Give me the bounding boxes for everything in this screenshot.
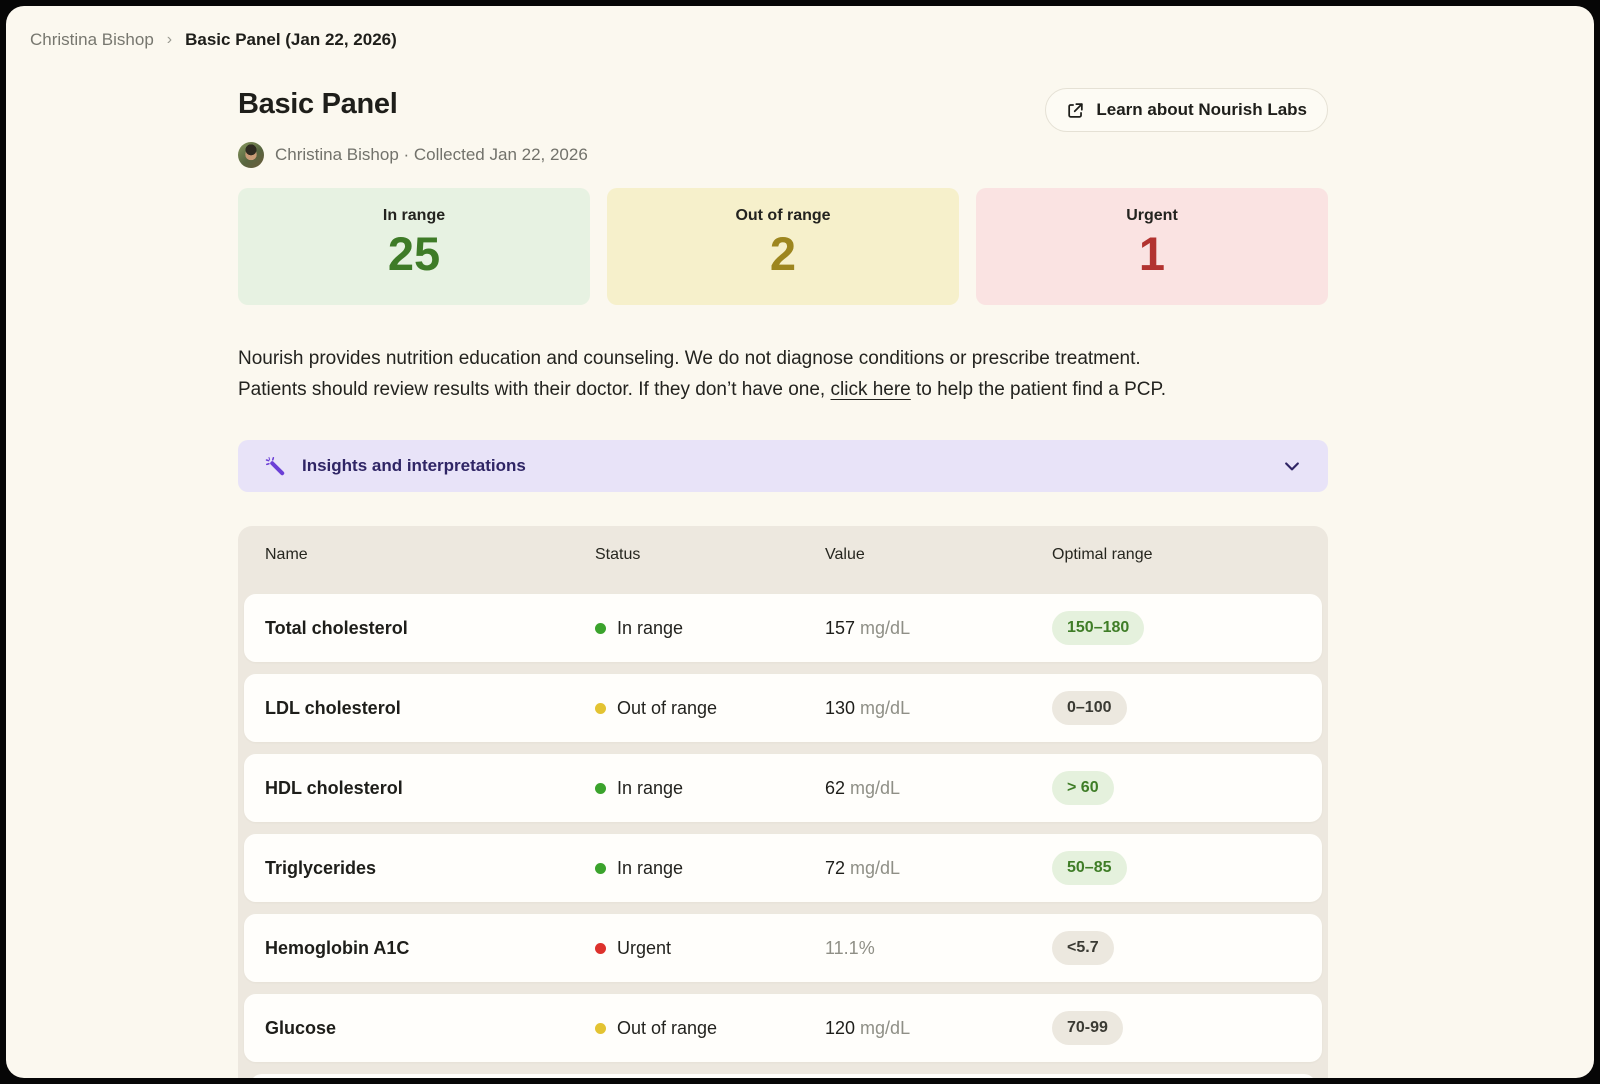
column-header-name: Name bbox=[265, 546, 595, 564]
result-value-cell: 11.1% bbox=[825, 938, 1052, 959]
stat-label: In range bbox=[238, 188, 590, 225]
column-header-status: Status bbox=[595, 546, 825, 564]
result-value: 157 bbox=[825, 618, 855, 638]
table-row-partial[interactable] bbox=[250, 1074, 1316, 1078]
disclaimer-line2-post: to help the patient find a PCP. bbox=[911, 379, 1166, 400]
result-name: LDL cholesterol bbox=[265, 698, 595, 719]
table-row[interactable]: Hemoglobin A1C Urgent 11.1% <5.7 bbox=[244, 914, 1322, 982]
result-status: In range bbox=[595, 618, 825, 639]
breadcrumb-chevron-icon: › bbox=[167, 31, 172, 49]
result-unit: mg/dL bbox=[860, 1018, 910, 1038]
result-name: Total cholesterol bbox=[265, 618, 595, 639]
result-value-cell: 120mg/dL bbox=[825, 1018, 1052, 1039]
main-content: Basic Panel Learn about Nourish Labs Chr… bbox=[238, 88, 1328, 1078]
stat-value: 1 bbox=[976, 226, 1328, 282]
column-header-optimal-range: Optimal range bbox=[1052, 546, 1328, 564]
status-dot-icon bbox=[595, 863, 606, 874]
table-row[interactable]: Glucose Out of range 120mg/dL 70-99 bbox=[244, 994, 1322, 1062]
result-value-cell: 62mg/dL bbox=[825, 778, 1052, 799]
result-unit: mg/dL bbox=[850, 778, 900, 798]
patient-avatar bbox=[238, 142, 264, 168]
result-value: 120 bbox=[825, 1018, 855, 1038]
table-row[interactable]: LDL cholesterol Out of range 130mg/dL 0–… bbox=[244, 674, 1322, 742]
result-status: Urgent bbox=[595, 938, 825, 959]
byline: Christina Bishop · Collected Jan 22, 202… bbox=[238, 142, 1328, 168]
external-link-icon bbox=[1066, 101, 1085, 120]
title-row: Basic Panel Learn about Nourish Labs bbox=[238, 88, 1328, 132]
result-status: Out of range bbox=[595, 1018, 825, 1039]
status-label: In range bbox=[617, 858, 683, 879]
result-value: 62 bbox=[825, 778, 845, 798]
disclaimer-line1: Nourish provides nutrition education and… bbox=[238, 348, 1141, 369]
optimal-range-pill: <5.7 bbox=[1052, 931, 1114, 965]
app-window: Christina Bishop › Basic Panel (Jan 22, … bbox=[6, 6, 1594, 1078]
result-value: 130 bbox=[825, 698, 855, 718]
disclaimer-line2-pre: Patients should review results with thei… bbox=[238, 379, 831, 400]
optimal-range-pill: 0–100 bbox=[1052, 691, 1127, 725]
status-label: Out of range bbox=[617, 1018, 717, 1039]
status-dot-icon bbox=[595, 1023, 606, 1034]
result-status: In range bbox=[595, 858, 825, 879]
column-header-value: Value bbox=[825, 546, 1052, 564]
breadcrumb-current-page: Basic Panel (Jan 22, 2026) bbox=[185, 30, 397, 50]
status-label: In range bbox=[617, 778, 683, 799]
stat-label: Urgent bbox=[976, 188, 1328, 225]
find-pcp-link[interactable]: click here bbox=[831, 379, 911, 400]
table-row[interactable]: Triglycerides In range 72mg/dL 50–85 bbox=[244, 834, 1322, 902]
result-status: Out of range bbox=[595, 698, 825, 719]
status-dot-icon bbox=[595, 783, 606, 794]
stat-label: Out of range bbox=[607, 188, 959, 225]
status-dot-icon bbox=[595, 703, 606, 714]
result-value: 11.1% bbox=[825, 938, 875, 958]
insights-label: Insights and interpretations bbox=[302, 456, 526, 476]
stat-card-in-range: In range 25 bbox=[238, 188, 590, 305]
optimal-range-pill: > 60 bbox=[1052, 771, 1114, 805]
byline-text: Christina Bishop · Collected Jan 22, 202… bbox=[275, 145, 588, 165]
table-rows: Total cholesterol In range 157mg/dL 150–… bbox=[238, 584, 1328, 1078]
result-name: Glucose bbox=[265, 1018, 595, 1039]
optimal-range-pill: 50–85 bbox=[1052, 851, 1127, 885]
chevron-down-icon[interactable] bbox=[1282, 456, 1302, 476]
result-unit: mg/dL bbox=[860, 618, 910, 638]
status-label: Urgent bbox=[617, 938, 671, 959]
result-value-cell: 72mg/dL bbox=[825, 858, 1052, 879]
magic-wand-icon bbox=[264, 455, 287, 478]
stat-value: 25 bbox=[238, 226, 590, 282]
optimal-range-pill: 150–180 bbox=[1052, 611, 1144, 645]
breadcrumb: Christina Bishop › Basic Panel (Jan 22, … bbox=[6, 6, 1594, 50]
status-label: In range bbox=[617, 618, 683, 639]
page-title: Basic Panel bbox=[238, 88, 398, 121]
result-status: In range bbox=[595, 778, 825, 799]
result-unit: mg/dL bbox=[850, 858, 900, 878]
stat-card-urgent: Urgent 1 bbox=[976, 188, 1328, 305]
stat-value: 2 bbox=[607, 226, 959, 282]
status-dot-icon bbox=[595, 943, 606, 954]
result-unit: mg/dL bbox=[860, 698, 910, 718]
results-table: Name Status Value Optimal range Total ch… bbox=[238, 526, 1328, 1078]
breadcrumb-patient[interactable]: Christina Bishop bbox=[30, 30, 154, 50]
optimal-range-pill: 70-99 bbox=[1052, 1011, 1123, 1045]
table-header: Name Status Value Optimal range bbox=[238, 526, 1328, 584]
result-name: Hemoglobin A1C bbox=[265, 938, 595, 959]
disclaimer-text: Nourish provides nutrition education and… bbox=[238, 343, 1328, 405]
table-row[interactable]: Total cholesterol In range 157mg/dL 150–… bbox=[244, 594, 1322, 662]
result-value-cell: 130mg/dL bbox=[825, 698, 1052, 719]
status-label: Out of range bbox=[617, 698, 717, 719]
result-name: HDL cholesterol bbox=[265, 778, 595, 799]
learn-button-label: Learn about Nourish Labs bbox=[1096, 100, 1307, 120]
insights-accordion[interactable]: Insights and interpretations bbox=[238, 440, 1328, 492]
status-dot-icon bbox=[595, 623, 606, 634]
result-value: 72 bbox=[825, 858, 845, 878]
learn-about-nourish-labs-button[interactable]: Learn about Nourish Labs bbox=[1045, 88, 1328, 132]
table-row[interactable]: HDL cholesterol In range 62mg/dL > 60 bbox=[244, 754, 1322, 822]
stat-cards: In range 25 Out of range 2 Urgent 1 bbox=[238, 188, 1328, 305]
result-value-cell: 157mg/dL bbox=[825, 618, 1052, 639]
result-name: Triglycerides bbox=[265, 858, 595, 879]
stat-card-out-of-range: Out of range 2 bbox=[607, 188, 959, 305]
